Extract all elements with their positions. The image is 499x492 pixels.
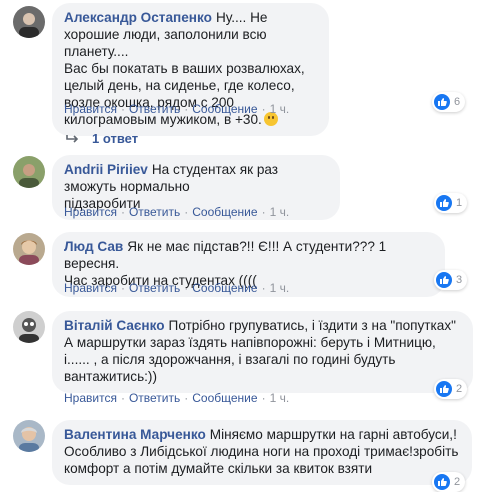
comment-time[interactable]: 1 ч. [270,281,290,295]
like-button[interactable]: Нравится [64,102,117,116]
reaction-count[interactable]: 2 [432,472,466,492]
comment-actions: Нравится · Ответить · Сообщение · 1 ч. [64,281,290,295]
reaction-number: 6 [454,96,461,108]
message-button[interactable]: Сообщение [192,391,257,405]
like-button[interactable]: Нравится [64,281,117,295]
avatar[interactable] [13,233,45,265]
comment-bubble: Валентина Марченко Міняємо маршрутки на г… [52,420,472,485]
avatar[interactable] [13,420,45,452]
like-icon [436,272,452,288]
reaction-number: 1 [456,197,463,209]
reaction-count[interactable]: 6 [432,92,466,112]
comment-author[interactable]: Валентина Марченко [64,427,206,442]
comment-time[interactable]: 1 ч. [270,205,290,219]
message-button[interactable]: Сообщение [192,102,257,116]
avatar[interactable] [13,311,45,343]
like-icon [436,195,452,211]
reply-arrow-icon [66,134,79,143]
comment-author[interactable]: Віталій Саєнко [64,318,165,333]
like-button[interactable]: Нравится [64,205,117,219]
reaction-number: 3 [456,274,463,286]
reaction-count[interactable]: 2 [434,379,468,399]
comment-actions: Нравится · Ответить · Сообщение · 1 ч. [64,102,290,116]
reaction-count[interactable]: 3 [434,270,468,290]
reply-button[interactable]: Ответить [129,102,180,116]
reply-button[interactable]: Ответить [129,281,180,295]
reaction-number: 2 [456,383,463,395]
replies-label: 1 ответ [92,131,139,146]
like-icon [436,381,452,397]
reply-button[interactable]: Ответить [129,391,180,405]
reply-button[interactable]: Ответить [129,205,180,219]
message-button[interactable]: Сообщение [192,205,257,219]
comment-bubble: Віталій Саєнко Потрібно групуватись, і їз… [52,311,473,393]
comment-bubble: Александр Остапенко Ну.... Не хорошие люд… [52,3,329,136]
comment-time[interactable]: 1 ч. [270,391,290,405]
reaction-number: 2 [454,476,461,488]
avatar[interactable] [13,6,45,38]
message-button[interactable]: Сообщение [192,281,257,295]
like-icon [434,94,450,110]
like-icon [434,474,450,490]
comment-author[interactable]: Andrii Piriiev [64,162,148,177]
reaction-count[interactable]: 1 [434,193,468,213]
comment-author[interactable]: Александр Остапенко [64,10,212,25]
avatar[interactable] [13,156,45,188]
comment-actions: Нравится · Ответить · Сообщение · 1 ч. [64,205,290,219]
comment-actions: Нравится · Ответить · Сообщение · 1 ч. [64,391,290,405]
like-button[interactable]: Нравится [64,391,117,405]
view-replies-link[interactable]: 1 ответ [66,131,138,146]
comment-time[interactable]: 1 ч. [270,102,290,116]
comment-author[interactable]: Люд Сав [64,239,123,254]
